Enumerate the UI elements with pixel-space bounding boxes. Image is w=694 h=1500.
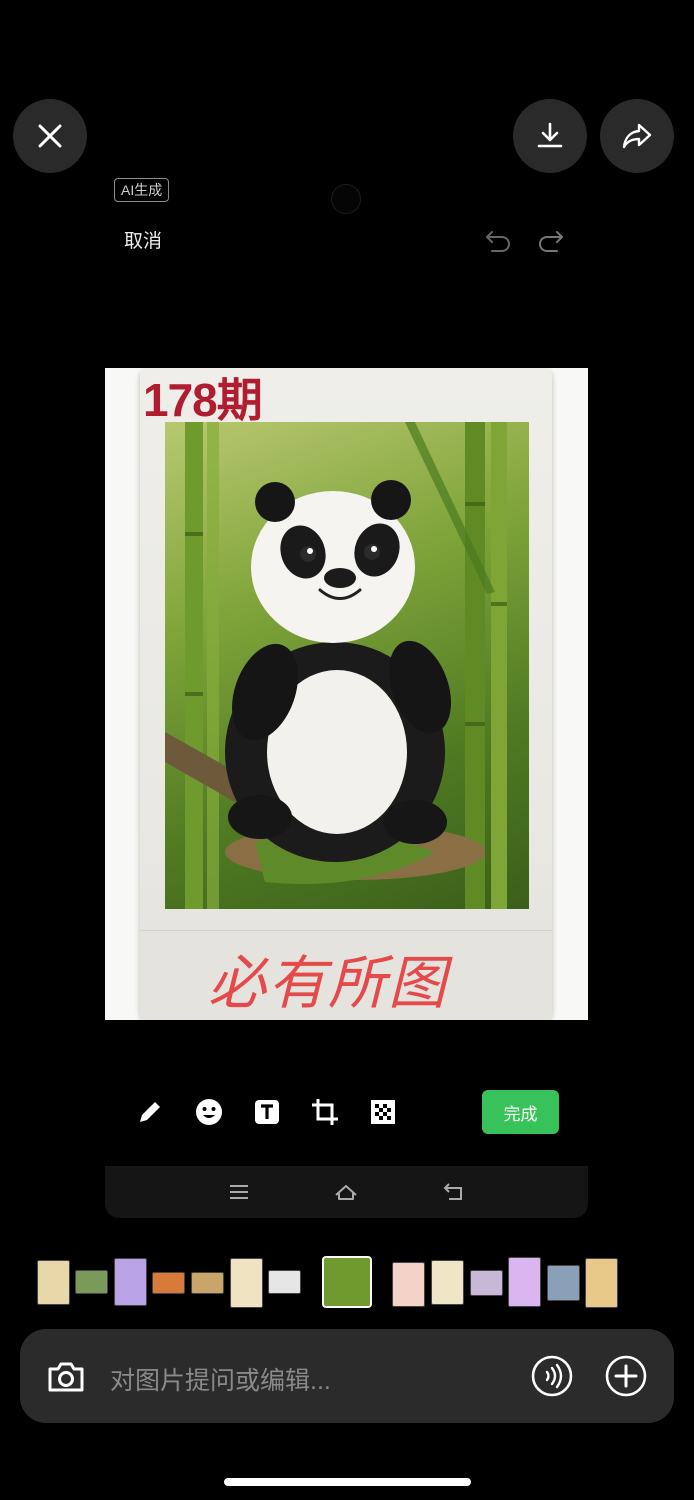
- close-button[interactable]: [13, 99, 87, 173]
- thumbnail[interactable]: [152, 1272, 185, 1294]
- thumbnail[interactable]: [75, 1270, 108, 1294]
- camera-icon[interactable]: [44, 1355, 88, 1399]
- menu-icon[interactable]: [226, 1180, 252, 1204]
- issue-number-text: 178期: [143, 374, 263, 426]
- back-icon[interactable]: [441, 1180, 467, 1204]
- thumbnail[interactable]: [431, 1260, 464, 1305]
- thumbnail[interactable]: [392, 1262, 425, 1307]
- redo-icon[interactable]: [537, 226, 565, 254]
- ai-generated-badge: AI生成: [114, 178, 170, 202]
- share-button[interactable]: [600, 99, 674, 173]
- download-icon: [537, 122, 563, 148]
- thumbnail[interactable]: [37, 1260, 70, 1305]
- front-camera: [331, 184, 361, 214]
- thumbnail[interactable]: [268, 1270, 301, 1294]
- prompt-input[interactable]: 对图片提问或编辑...: [110, 1361, 331, 1397]
- home-indicator: [224, 1478, 471, 1486]
- thumbnail[interactable]: [114, 1258, 147, 1306]
- pen-icon[interactable]: [134, 1096, 166, 1128]
- thumbnail[interactable]: [547, 1265, 580, 1301]
- close-icon: [38, 124, 62, 148]
- crop-icon[interactable]: [309, 1096, 341, 1128]
- thumbnail[interactable]: [191, 1272, 224, 1294]
- emoji-icon[interactable]: [193, 1096, 225, 1128]
- thumbnail[interactable]: [585, 1258, 618, 1308]
- add-icon[interactable]: [604, 1354, 648, 1398]
- share-icon: [622, 123, 652, 149]
- thumbnail[interactable]: [470, 1270, 503, 1296]
- done-button[interactable]: 完成: [482, 1090, 559, 1134]
- mosaic-icon[interactable]: [367, 1096, 399, 1128]
- voice-icon[interactable]: [530, 1354, 574, 1398]
- thumbnail[interactable]: [230, 1258, 263, 1308]
- cancel-button[interactable]: 取消: [124, 226, 162, 253]
- text-icon[interactable]: [251, 1096, 283, 1128]
- system-navigation-bar: [105, 1166, 588, 1218]
- download-button[interactable]: [513, 99, 587, 173]
- slogan-text: 必有所图: [208, 949, 449, 1017]
- thumbnail[interactable]: [508, 1257, 541, 1307]
- edited-image: 必有所图 178期: [105, 368, 588, 1020]
- panda-photo: [165, 422, 529, 909]
- prompt-input-bar: 对图片提问或编辑...: [20, 1329, 674, 1423]
- thumbnail-selected[interactable]: [322, 1256, 372, 1308]
- home-icon[interactable]: [333, 1180, 359, 1204]
- undo-icon[interactable]: [484, 226, 512, 254]
